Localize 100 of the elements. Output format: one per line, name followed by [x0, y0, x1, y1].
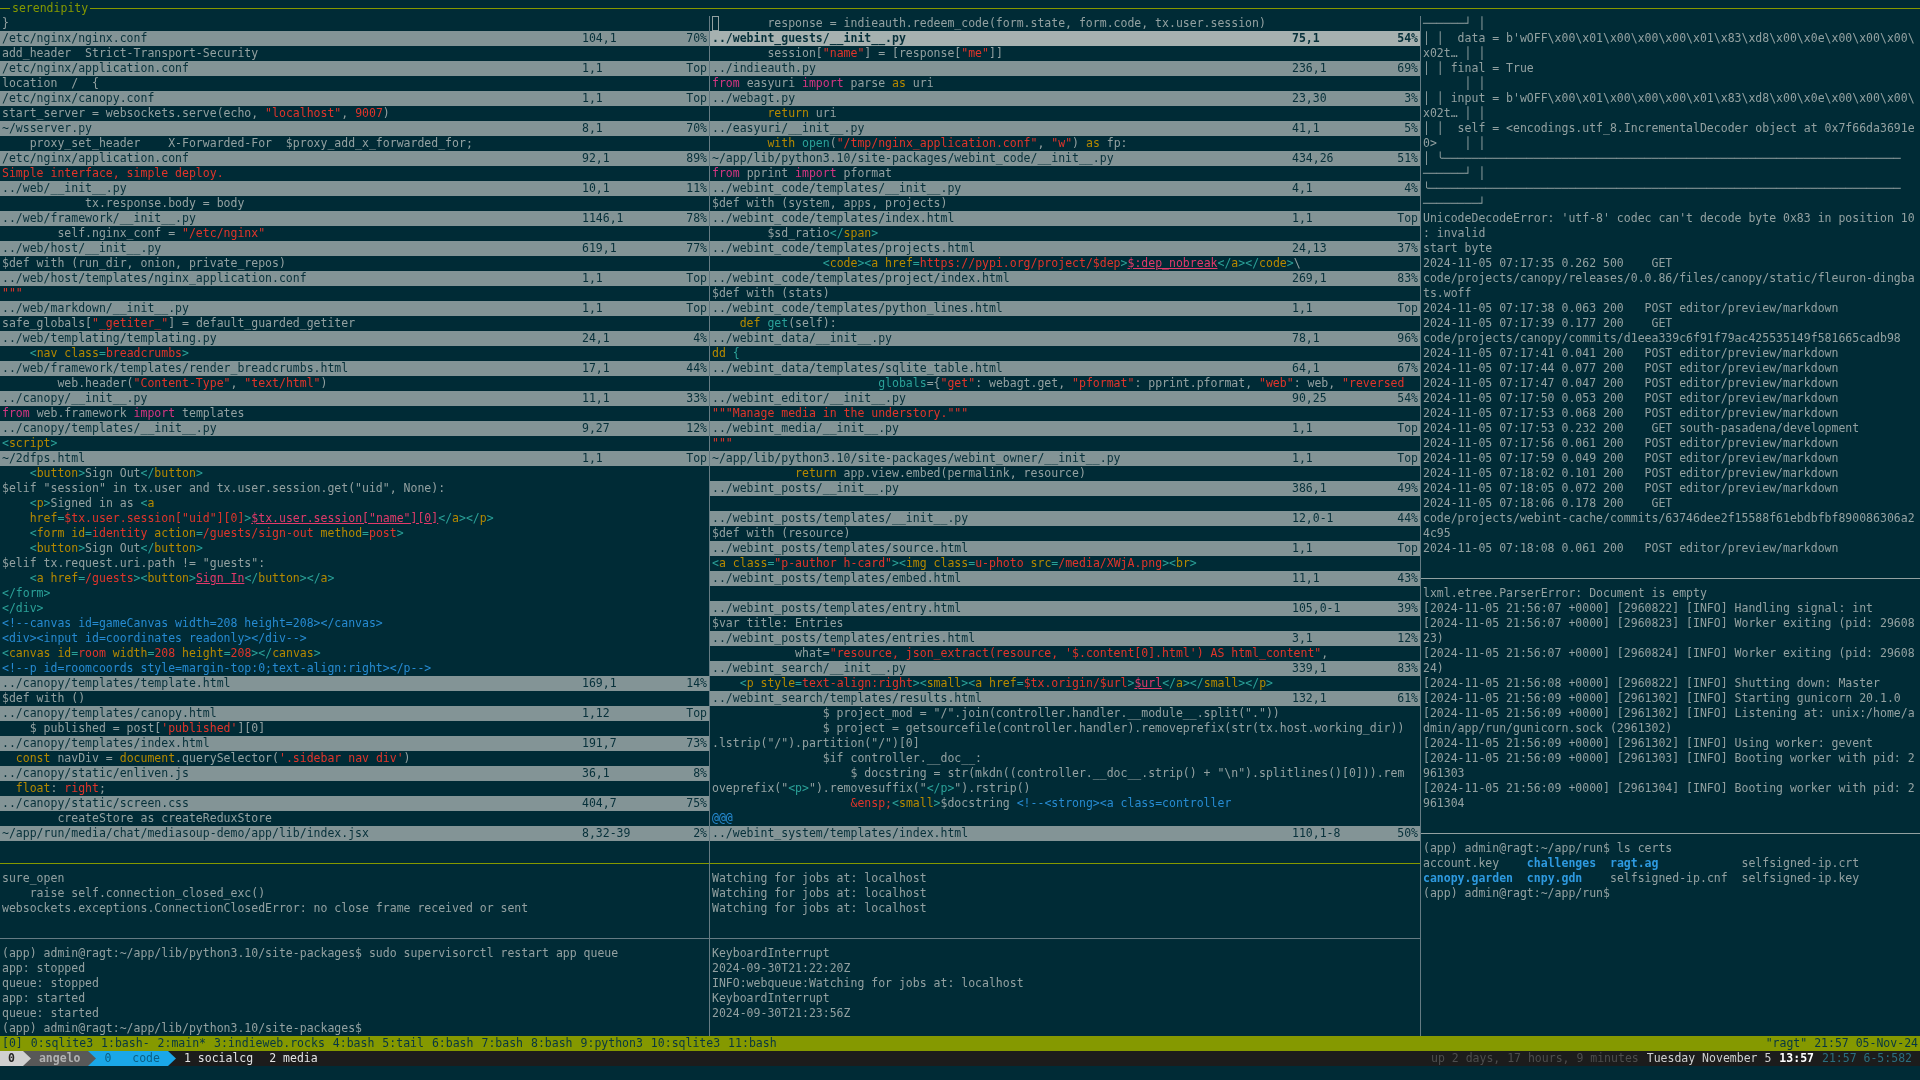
window-tab[interactable]: 10:sqlite3	[650, 1036, 721, 1051]
scroll-position: 43%	[1397, 571, 1418, 586]
terminal-line: 2024-11-05 07:17:56 0.061 200 POST editor/preview/markdown	[1422, 436, 1840, 451]
window-tab[interactable]: 0:sqlite3	[30, 1036, 94, 1051]
code-line: href=$tx.user.session["uid"][0]>$tx.user.session["name"][0]</a></p>	[28, 511, 495, 526]
code-line: safe_globals["_getiter_"] = default_guarded_getiter	[1, 316, 357, 331]
window-tab[interactable]: 8:bash	[531, 1036, 573, 1051]
terminal-line: │ │ data = b'wOFF\x00\x01\x00\x00\x00\x01\x83\xd8\x00\x0e\x00\x00\x00\	[1422, 31, 1916, 46]
file-path: ../web/framework/templates/render_breadcrumbs.html	[2, 361, 350, 376]
terminal-line: [2024-11-05 21:56:09 +0000] [2961302] [INFO] Starting gunicorn 20.1.0	[1422, 691, 1902, 706]
cursor-position: 8,1	[582, 121, 604, 136]
window-tab[interactable]: 9:python3	[580, 1036, 643, 1051]
code-line: Simple interface, simple deploy.	[1, 166, 225, 181]
code-line: <canvas id=room width=208 height=208></canvas>	[1, 646, 322, 661]
terminal-line: [2024-11-05 21:56:08 +0000] [2960822] [INFO] Shutting down: Master	[1422, 676, 1881, 691]
file-path: ../webint_guests/__init__.py	[712, 31, 907, 46]
code-line: proxy_set_header X-Forwarded-For $proxy_add_x_forwarded_for;	[28, 136, 474, 151]
file-path: ../webint_code/templates/projects.html	[712, 241, 977, 256]
terminal-line: 0> │ │	[1422, 136, 1487, 151]
file-path: ../webint_posts/__init__.py	[712, 481, 900, 496]
window-tab[interactable]: 7:bash	[481, 1036, 523, 1051]
file-path: ../webint_code/templates/__init__.py	[712, 181, 963, 196]
cursor-position: 64,1	[1292, 361, 1321, 376]
cursor-position: 17,1	[582, 361, 611, 376]
file-path: ../canopy/templates/index.html	[2, 736, 211, 751]
code-line: $elif "session" in tx.user and tx.user.session.get("uid", None):	[1, 481, 447, 496]
separator-arrow-icon	[88, 1051, 97, 1066]
code-line: float: right;	[14, 781, 107, 796]
scroll-position: 61%	[1397, 691, 1418, 706]
code-line: <a href=/guests><button>Sign In</button></a>	[28, 571, 336, 586]
terminal-line: ts.woff	[1422, 286, 1473, 301]
code-line: session["name"] = [response["me"]]	[766, 46, 1004, 61]
file-path: ../webint_posts/templates/entry.html	[712, 601, 963, 616]
code-line: $elif tx.request.uri.path != "guests":	[1, 556, 267, 571]
file-path: ../web/framework/__init__.py	[2, 211, 197, 226]
terminal-line: 2024-11-05 07:17:41 0.041 200 POST editor/preview/markdown	[1422, 346, 1840, 361]
code-line: <div><input id=coordinates readonly></div-->	[1, 631, 308, 646]
terminal-line: 2024-11-05 07:17:47 0.047 200 POST editor/preview/markdown	[1422, 376, 1840, 391]
scroll-position: Top	[1397, 541, 1418, 556]
terminal-line: sure_open	[1, 871, 66, 886]
terminal-line: [2024-11-05 21:56:07 +0000] [2960823] [INFO] Worker exiting (pid: 29608	[1422, 616, 1916, 631]
file-path: ~/app/lib/python3.10/site-packages/webint_code/__init__.py	[712, 151, 1115, 166]
terminal-line: │ │ input = b'wOFF\x00\x01\x00\x00\x00\x01\x83\xd8\x00\x0e\x00\x00\x00\	[1422, 91, 1916, 106]
code-line: $sd_ratio</span>	[766, 226, 880, 241]
cursor-position: 1,12	[582, 706, 611, 721]
code-line: response = indieauth.redeem_code(form.state, form.code, tx.user.session)	[710, 16, 1420, 31]
code-line: <p style=text-align:right><small><a href=$tx.origin/$url>$url</a></small></p>	[738, 676, 1274, 691]
code-line: </div>	[1, 601, 45, 616]
window-tab[interactable]: 4:bash	[332, 1036, 375, 1051]
cursor-position: 11,1	[1292, 571, 1321, 586]
code-line: <button>Sign Out</button>	[28, 466, 204, 481]
code-line: add_header Strict-Transport-Security	[1, 46, 260, 61]
file-path: ../webint_search/templates/results.html	[712, 691, 984, 706]
code-line: const navDiv = document.querySelector('.sidebar nav div')	[14, 751, 412, 766]
scroll-position: 70%	[686, 31, 707, 46]
cursor-position: 92,1	[582, 151, 611, 166]
terminal-line: 2024-11-05 07:17:38 0.063 200 POST editor/preview/markdown	[1422, 301, 1840, 316]
cursor-position: 1,1	[1292, 541, 1314, 556]
window-tab[interactable]: 3:indieweb.rocks	[214, 1036, 325, 1051]
window-tab[interactable]: 11:bash	[728, 1036, 777, 1051]
terminal-line: 2024-11-05 07:17:35 0.262 500 GET	[1422, 256, 1674, 271]
terminal-line: │ │	[1463, 76, 1487, 91]
code-line: $ project = getsourcefile(controller.handler).removeprefix(str(tx.host.working_dir))	[821, 721, 1406, 736]
file-path: ../webint_data/templates/sqlite_table.html	[712, 361, 1004, 376]
scroll-position: 51%	[1397, 151, 1418, 166]
code-line: <a class="p-author h-card"><img class=u-photo src=/media/XWjA.png><br>	[711, 556, 1198, 571]
window-tab[interactable]: 2:main*	[157, 1036, 207, 1051]
file-path: /etc/nginx/application.conf	[2, 61, 190, 76]
window-tab[interactable]: 6:bash	[431, 1036, 474, 1051]
file-path: ../webint_code/templates/project/index.html	[712, 271, 1011, 286]
window-tab[interactable]: 5:tail	[382, 1036, 424, 1051]
window-tab[interactable]: 1:bash-	[101, 1036, 150, 1051]
file-path: ../canopy/templates/canopy.html	[2, 706, 218, 721]
cursor-position: 105,0-1	[1292, 601, 1342, 616]
cursor-position: 75,1	[1292, 31, 1321, 46]
scroll-position: 70%	[686, 121, 707, 136]
terminal-line: : invalid	[1422, 226, 1487, 241]
cursor-position: 236,1	[1292, 61, 1328, 76]
cursor-position: 41,1	[1292, 121, 1321, 136]
file-path: ../web/markdown/__init__.py	[2, 301, 190, 316]
scroll-position: 12%	[1397, 631, 1418, 646]
file-path: ../canopy/static/enliven.js	[2, 766, 190, 781]
code-line: dd {	[711, 346, 741, 361]
cursor-position: 9,27	[582, 421, 611, 436]
scroll-position: 39%	[1397, 601, 1418, 616]
terminal-line: 2024-11-05 07:17:53 0.232 200 GET south-pasadena/development	[1422, 421, 1861, 436]
scroll-position: 4%	[1404, 181, 1418, 196]
file-path: ~/2dfps.html	[2, 451, 87, 466]
file-path: ~/wsserver.py	[2, 121, 93, 136]
terminal-line: 2024-11-05 07:17:44 0.077 200 POST editor/preview/markdown	[1422, 361, 1840, 376]
code-line: <script>	[1, 436, 59, 451]
code-line: what="resource, json_extract(resource, '$.content[0].html') AS html_content",	[794, 646, 1330, 661]
code-line: tx.response.body = body	[84, 196, 246, 211]
terminal-line: 2024-11-05 07:17:50 0.053 200 POST editor/preview/markdown	[1422, 391, 1840, 406]
host-clock-text: "ragt" 21:57 05-Nov-24	[1765, 1036, 1918, 1051]
cursor-position: 619,1	[582, 241, 618, 256]
terminal-line: INFO:webqueue:Watching for jobs at: localhost	[711, 976, 1025, 991]
terminal-line: 961304	[1422, 796, 1466, 811]
terminal-line: UnicodeDecodeError: 'utf-8' codec can't decode byte 0x83 in position 10	[1422, 211, 1916, 226]
terminal-line: canopy.garden cnpy.gdn selfsigned-ip.cnf selfsigned-ip.key	[1422, 871, 1861, 886]
